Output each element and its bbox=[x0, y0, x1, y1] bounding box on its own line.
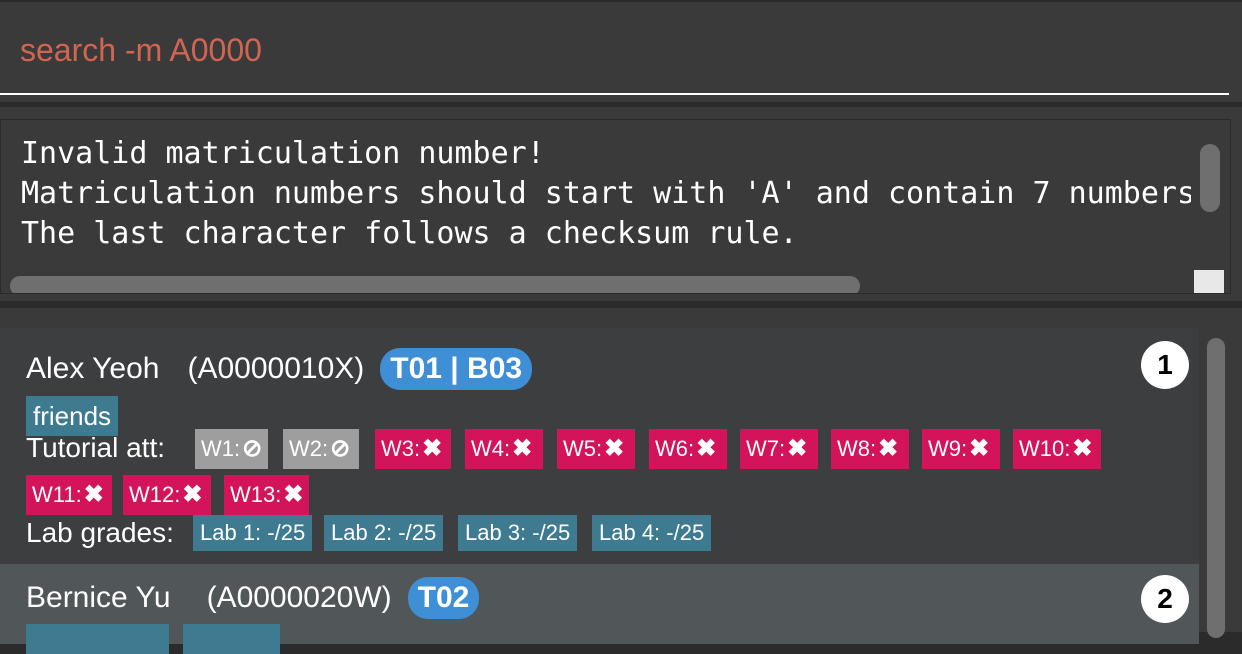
attendance-week: W8: bbox=[837, 436, 877, 461]
result-vertical-scrollbar[interactable] bbox=[1200, 144, 1220, 212]
person-name: Alex Yeoh bbox=[26, 352, 160, 385]
index-badge: 1 bbox=[1141, 341, 1189, 389]
absent-icon: ✖ bbox=[422, 435, 443, 462]
no-session-icon: ⊘ bbox=[330, 435, 351, 462]
lab-grade-chip: Lab 1: -/25 bbox=[193, 515, 313, 551]
tag-friends: friends bbox=[26, 396, 119, 436]
result-display: Invalid matriculation number! Matriculat… bbox=[0, 107, 1242, 301]
group-badge: T02 bbox=[407, 577, 480, 619]
matric-number: (A0000010X) bbox=[187, 352, 365, 385]
attendance-chip-w13: W13: ✖ bbox=[224, 475, 309, 515]
absent-icon: ✖ bbox=[878, 435, 899, 462]
absent-icon: ✖ bbox=[696, 435, 717, 462]
attendance-chip-w5: W5: ✖ bbox=[557, 429, 635, 469]
lab-grades-label: Lab grades: bbox=[26, 517, 174, 548]
attendance-chip-w10: W10: ✖ bbox=[1013, 429, 1101, 469]
absent-icon: ✖ bbox=[1072, 435, 1093, 462]
absent-icon: ✖ bbox=[182, 481, 203, 508]
tag-chip bbox=[26, 624, 169, 654]
result-line-1: Invalid matriculation number! bbox=[21, 136, 545, 171]
person-header: Alex Yeoh (A0000010X) T01 | B03 bbox=[26, 345, 533, 393]
absent-icon: ✖ bbox=[604, 435, 625, 462]
attendance-week: W1: bbox=[201, 436, 241, 461]
attendance-week: W4: bbox=[471, 436, 511, 461]
attendance-chip-w3: W3: ✖ bbox=[375, 429, 451, 469]
person-list: Alex Yeoh (A0000010X) T01 | B03 1 friend… bbox=[0, 308, 1242, 654]
attendance-week: W12: bbox=[129, 482, 181, 507]
attendance-week: W10: bbox=[1019, 436, 1071, 461]
attendance-week: W11: bbox=[32, 482, 82, 507]
result-text-area[interactable]: Invalid matriculation number! Matriculat… bbox=[0, 119, 1231, 294]
attendance-chip-w9: W9: ✖ bbox=[922, 429, 1000, 469]
result-text: Invalid matriculation number! Matriculat… bbox=[21, 134, 1191, 254]
list-scrollbar[interactable] bbox=[1207, 338, 1225, 638]
lab-grade-chip: Lab 4: -/25 bbox=[592, 515, 712, 551]
lab-grade-chip: Lab 3: -/25 bbox=[458, 515, 578, 551]
lab-grade-chip: Lab 2: -/25 bbox=[324, 515, 444, 551]
attendance-chip-w7: W7: ✖ bbox=[740, 429, 818, 469]
index-badge: 2 bbox=[1141, 575, 1189, 623]
no-session-icon: ⊘ bbox=[242, 435, 263, 462]
attendance-week: W2: bbox=[289, 436, 329, 461]
attendance-chip-w11: W11: ✖ bbox=[26, 475, 112, 515]
group-badge: T01 | B03 bbox=[380, 348, 533, 390]
absent-icon: ✖ bbox=[969, 435, 990, 462]
attendance-week: W3: bbox=[381, 436, 421, 461]
attendance-week: W6: bbox=[655, 436, 695, 461]
tutorial-attendance-label: Tutorial att: bbox=[26, 432, 166, 463]
attendance-week: W7: bbox=[746, 436, 786, 461]
person-card[interactable]: Alex Yeoh (A0000010X) T01 | B03 1 friend… bbox=[0, 328, 1199, 564]
attendance-chip-w6: W6: ✖ bbox=[649, 429, 727, 469]
attendance-chip-w2: W2: ⊘ bbox=[283, 429, 359, 469]
tag-chip bbox=[183, 624, 280, 654]
attendance-week: W9: bbox=[928, 436, 968, 461]
command-box: search -m A0000 bbox=[0, 2, 1242, 102]
attendance-chip-w4: W4: ✖ bbox=[465, 429, 543, 469]
absent-icon: ✖ bbox=[83, 481, 104, 508]
absent-icon: ✖ bbox=[787, 435, 808, 462]
result-line-3: The last character follows a checksum ru… bbox=[21, 216, 798, 251]
attendance-chip-w8: W8: ✖ bbox=[831, 429, 909, 469]
result-horizontal-scrollbar[interactable] bbox=[10, 276, 860, 293]
attendance-chip-w1: W1: ⊘ bbox=[195, 429, 268, 469]
person-name: Bernice Yu bbox=[26, 581, 171, 614]
command-input[interactable]: search -m A0000 bbox=[20, 32, 1200, 69]
command-input-underline bbox=[0, 93, 1229, 95]
person-header: Bernice Yu (A0000020W) T02 bbox=[26, 574, 480, 622]
scrollbar-corner bbox=[1194, 270, 1224, 293]
result-line-2: Matriculation numbers should start with … bbox=[21, 176, 1191, 211]
attendance-chip-w12: W12: ✖ bbox=[123, 475, 211, 515]
absent-icon: ✖ bbox=[283, 481, 304, 508]
person-card[interactable]: Bernice Yu (A0000020W) T02 2 bbox=[0, 564, 1199, 654]
attendance-week: W13: bbox=[230, 482, 282, 507]
matric-number: (A0000020W) bbox=[206, 581, 392, 614]
absent-icon: ✖ bbox=[512, 435, 533, 462]
attendance-week: W5: bbox=[563, 436, 603, 461]
